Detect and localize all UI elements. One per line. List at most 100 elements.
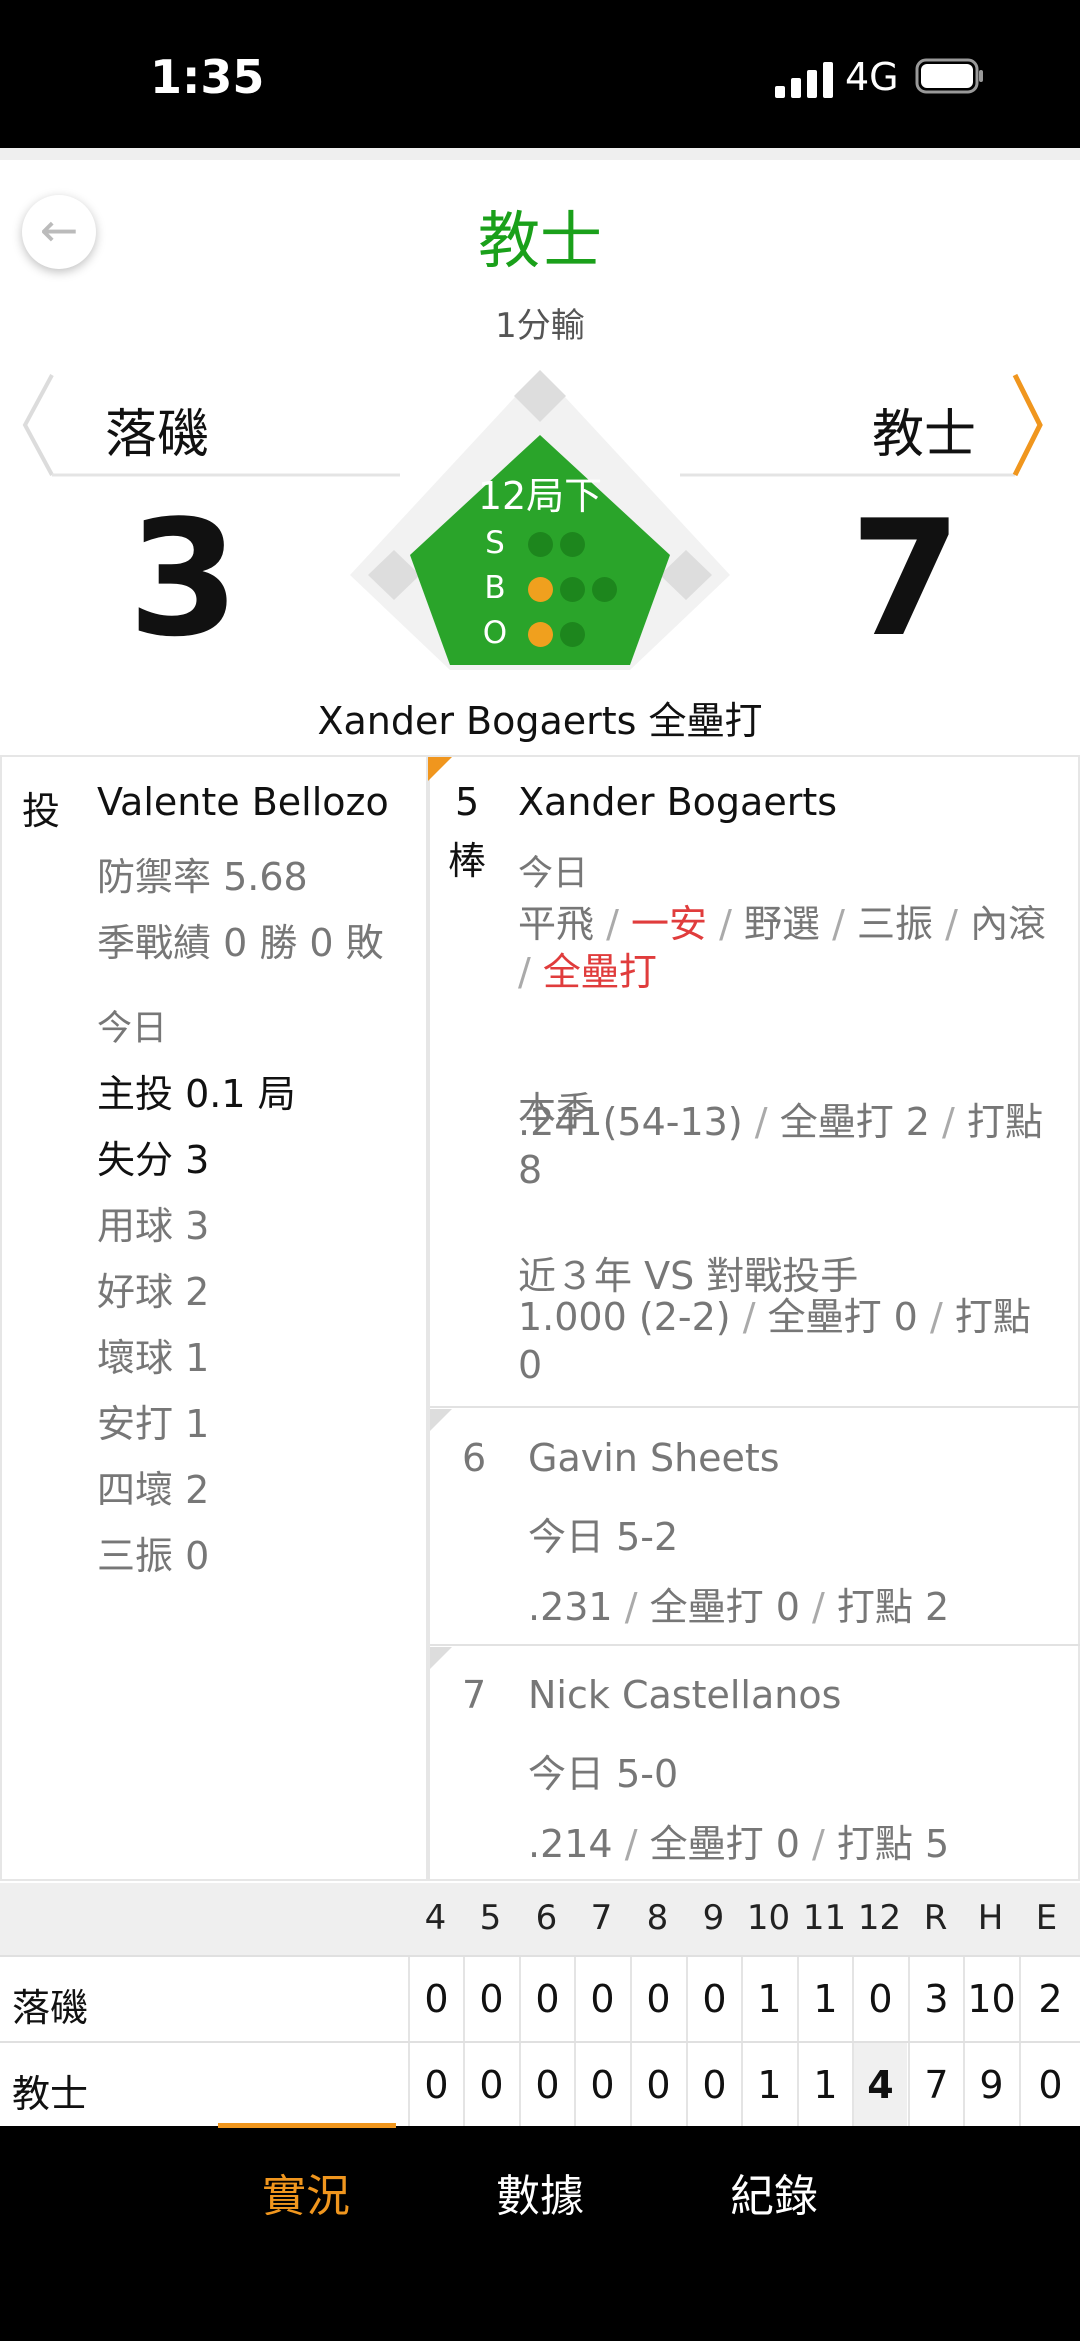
- linescore-cell: 0: [408, 1957, 463, 2041]
- linescore-cell: 0: [519, 2043, 574, 2127]
- pitcher-stat: 安打 1: [97, 1402, 210, 1446]
- linescore-cell: 0: [408, 2043, 463, 2127]
- linescore-cell: 1: [797, 2043, 852, 2127]
- inning-header: 5: [479, 1898, 502, 1938]
- linescore-cell: 1: [797, 1957, 852, 2041]
- batter-marker: [430, 1647, 452, 1669]
- linescore-team: 落磯: [12, 1986, 89, 2030]
- inning-header: 6: [535, 1898, 558, 1938]
- home-score: 7: [850, 485, 962, 672]
- linescore-cell: 0: [686, 1957, 741, 2041]
- pitcher-era: 防禦率 5.68: [97, 855, 308, 899]
- batter-today-line1: 平飛 / 一安 / 野選 / 三振 / 內滾 / 全壘打: [518, 902, 1047, 994]
- runs-header: R: [923, 1898, 948, 1938]
- batter-name[interactable]: Xander Bogaerts: [518, 780, 837, 824]
- pitcher-stat: 好球 2: [97, 1270, 210, 1314]
- ondeck-order: 7: [462, 1673, 487, 1717]
- out-dot: [560, 622, 585, 647]
- batter-order: 5: [455, 780, 480, 824]
- linescore-cell: 0: [574, 1957, 629, 2041]
- out-label: O: [482, 615, 508, 651]
- linescore-row-away: 落磯 0 0 0 0 0 0 1 1 0 3 10 2: [0, 1955, 1080, 2041]
- ondeck-order: 6: [462, 1436, 487, 1480]
- network-type: 4G: [845, 55, 899, 99]
- batter-order-suffix: 棒: [448, 839, 487, 883]
- ball-dot: [592, 577, 617, 602]
- game-result: 1分輸: [495, 306, 585, 346]
- linescore-cell: 0: [463, 2043, 518, 2127]
- current-batter-marker: [428, 757, 452, 781]
- linescore-runs: 7: [908, 2043, 963, 2127]
- linescore-cell: 0: [686, 2043, 741, 2127]
- inning-header: 11: [802, 1898, 847, 1938]
- linescore-hits: 10: [963, 1957, 1018, 2041]
- strike-label: S: [485, 525, 505, 561]
- pitcher-stat: 壞球 1: [97, 1336, 210, 1380]
- linescore-hits: 9: [963, 2043, 1018, 2127]
- inning-header: 12: [857, 1898, 902, 1938]
- home-team-name[interactable]: 教士: [872, 392, 976, 467]
- batter-vs-stats: 1.000 (2-2) / 全壘打 0 / 打點 0: [518, 1295, 1031, 1387]
- pitcher-stat: 三振 0: [97, 1534, 210, 1578]
- status-time: 1:35: [150, 50, 265, 104]
- linescore-cell: 0: [630, 2043, 685, 2127]
- strike-dot: [528, 532, 553, 557]
- active-tab-indicator: [218, 2123, 396, 2128]
- linescore-row-home: 教士 0 0 0 0 0 0 1 1 4 7 9 0: [0, 2041, 1080, 2128]
- linescore-errors: 0: [1019, 2043, 1080, 2127]
- hits-header: H: [977, 1898, 1004, 1938]
- errors-header: E: [1035, 1898, 1058, 1938]
- battery-icon: [915, 58, 983, 94]
- away-team-name[interactable]: 落磯: [105, 392, 209, 467]
- batter-today-label: 今日: [518, 854, 589, 894]
- linescore-cell: 0: [574, 2043, 629, 2127]
- ball-dot: [560, 577, 585, 602]
- inning-header: 10: [746, 1898, 791, 1938]
- pitcher-stat: 主投 0.1 局: [97, 1072, 296, 1116]
- linescore-cell: 0: [519, 1957, 574, 2041]
- pitcher-pos-label: 投: [22, 789, 61, 833]
- linescore-runs: 3: [908, 1957, 963, 2041]
- ondeck-name[interactable]: Gavin Sheets: [528, 1436, 780, 1480]
- linescore-team: 教士: [12, 2072, 89, 2116]
- pitcher-today-label: 今日: [97, 1009, 168, 1049]
- divider: [430, 1644, 1080, 1646]
- out-dot: [528, 622, 553, 647]
- inning-indicator: 12局下: [477, 474, 603, 518]
- linescore-cell: 1: [741, 2043, 796, 2127]
- inning-header: 7: [590, 1898, 613, 1938]
- batter-vs-label: 近３年 VS 對戰投手: [518, 1254, 859, 1298]
- batter-season-stats: .241(54-13) / 全壘打 2 / 打點 8: [518, 1100, 1043, 1192]
- linescore-cell: 1: [741, 1957, 796, 2041]
- pitcher-record: 季戰績 0 勝 0 敗: [97, 921, 384, 965]
- divider: [430, 1406, 1080, 1408]
- linescore-cell: 0: [852, 1957, 907, 2041]
- ondeck-stats: .231 / 全壘打 0 / 打點 2: [528, 1585, 950, 1629]
- batter-today-result: 全壘打: [542, 950, 657, 994]
- inning-header: 9: [702, 1898, 725, 1938]
- tab-stats[interactable]: 數據: [496, 2160, 584, 2224]
- ondeck-today: 今日 5-0: [528, 1752, 679, 1796]
- page-title: 教士: [477, 204, 602, 277]
- strike-dot: [560, 532, 585, 557]
- tab-records[interactable]: 紀錄: [730, 2160, 818, 2224]
- last-play: Xander Bogaerts 全壘打: [317, 699, 763, 743]
- pitcher-stat: 失分 3: [97, 1138, 210, 1182]
- linescore-cell: 0: [630, 1957, 685, 2041]
- chevron-right-icon: [1012, 373, 1043, 477]
- linescore-cell: 0: [463, 1957, 518, 2041]
- pitcher-stat: 用球 3: [97, 1204, 210, 1248]
- signal-icon: [775, 60, 835, 98]
- header-divider: [0, 148, 1080, 160]
- tab-live[interactable]: 實況: [262, 2160, 350, 2224]
- bottom-nav: [0, 2126, 1080, 2341]
- ball-dot: [528, 577, 553, 602]
- inning-header: 4: [424, 1898, 447, 1938]
- batter-marker: [430, 1409, 452, 1431]
- inning-header: 8: [646, 1898, 669, 1938]
- away-score: 3: [128, 485, 240, 672]
- linescore-errors: 2: [1019, 1957, 1080, 2041]
- ondeck-today: 今日 5-2: [528, 1515, 679, 1559]
- pitcher-name[interactable]: Valente Bellozo: [97, 780, 389, 824]
- ondeck-name[interactable]: Nick Castellanos: [528, 1673, 841, 1717]
